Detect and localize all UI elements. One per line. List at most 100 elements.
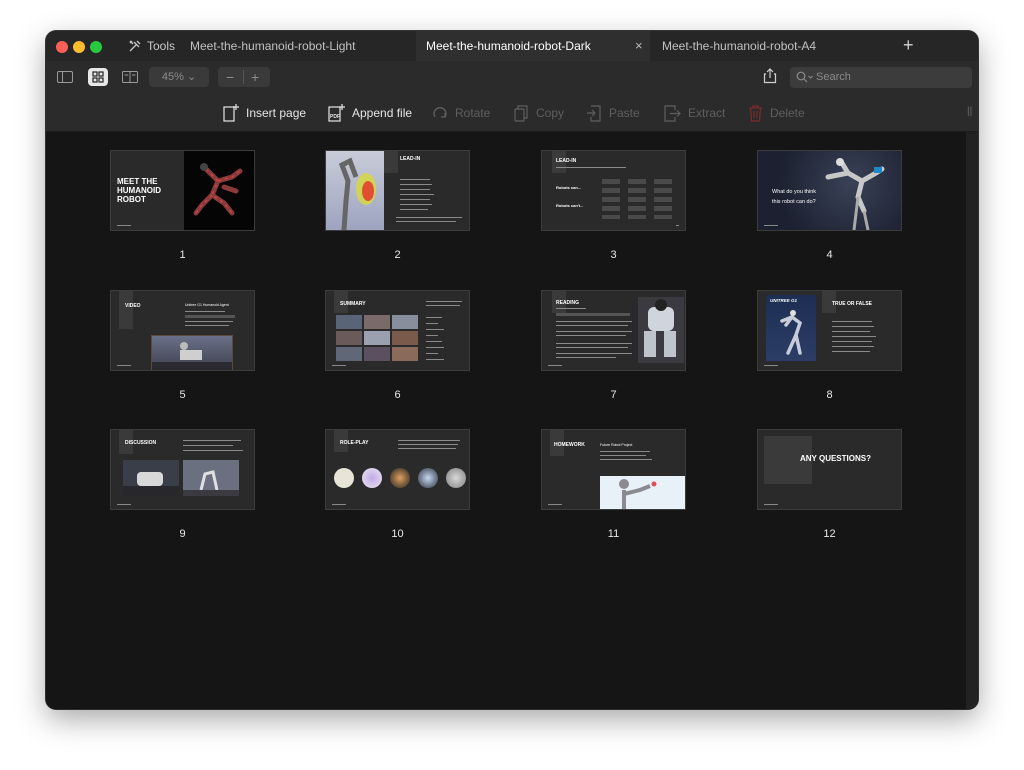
insert-page-button[interactable]: Insert page [223, 103, 306, 123]
page-thumbnail[interactable]: LEAD-IN [326, 151, 469, 230]
slide-text-line [185, 325, 229, 326]
slide-title: SUMMARY [340, 301, 366, 307]
new-tab-button[interactable]: + [903, 35, 914, 56]
page-number: 1 [179, 249, 186, 261]
page-actions-toolbar: Insert page PDF Append file Rotate Copy [46, 93, 978, 132]
slide-title: ANY QUESTIONS? [800, 454, 871, 463]
slide-footer [548, 504, 562, 505]
zoom-window-button[interactable] [90, 41, 102, 53]
tab-label: Meet-the-humanoid-robot-Light [190, 39, 356, 53]
robot-image [644, 299, 676, 357]
toolbar-drag-handle[interactable]: || [967, 106, 972, 117]
slide-text-line [426, 359, 444, 360]
close-window-button[interactable] [56, 41, 68, 53]
page-thumbnail[interactable]: What do you think this robot can do? [758, 151, 901, 230]
tools-button[interactable]: Tools [128, 39, 175, 53]
slide-text-line [600, 455, 646, 456]
robot-image [183, 470, 239, 496]
book-icon [122, 71, 138, 83]
slide-text-line [398, 440, 460, 441]
slide-text-line [556, 167, 626, 168]
page-number: 12 [823, 528, 836, 540]
slide-text-line [398, 444, 458, 445]
slide-footer [117, 365, 131, 366]
page-thumbnail[interactable]: LEAD-IN Robots can... Robots can't... [542, 151, 685, 230]
share-button[interactable] [763, 68, 777, 89]
extract-button[interactable]: Extract [664, 103, 725, 123]
append-file-button[interactable]: PDF Append file [328, 103, 412, 123]
slide-text-line [396, 221, 456, 222]
slide-title: READING [556, 300, 580, 306]
delete-button[interactable]: Delete [748, 103, 805, 123]
book-view-button[interactable] [120, 68, 140, 86]
page-thumbnail[interactable]: MEET THE HUMANOID ROBOT [111, 151, 254, 230]
slide-footer [117, 504, 131, 505]
paste-icon [587, 104, 601, 122]
zoom-out-button[interactable]: − [226, 67, 234, 87]
slide-title: VIDEO [125, 303, 141, 309]
video-frame [151, 335, 233, 370]
page-thumbnail[interactable]: READING [542, 291, 685, 370]
slide-row-label: Robots can... [556, 185, 582, 190]
page-thumbnail[interactable]: VIDEO Unitree G1 Humanoid Agent [111, 291, 254, 370]
page-thumbnail[interactable]: DISCUSSION [111, 430, 254, 509]
slide-text-line [400, 184, 432, 185]
page-grid: MEET THE HUMANOID ROBOT 1 LEAD-IN 2 LEAD… [46, 132, 966, 709]
slide-text-line [832, 351, 870, 352]
page-thumbnail[interactable]: ROLE-PLAY [326, 430, 469, 509]
chevron-down-icon: ⌄ [186, 71, 197, 83]
trash-icon [749, 104, 762, 122]
vertical-scrollbar[interactable] [966, 132, 978, 709]
slide-decor [556, 313, 630, 316]
slide-footer [764, 504, 778, 505]
slide-text-line [183, 450, 243, 451]
sidebar-view-button[interactable] [55, 68, 75, 86]
slide-title: DISCUSSION [125, 440, 157, 446]
slide-text-line [426, 335, 438, 336]
slide-title: TRUE OR FALSE [832, 301, 873, 307]
slide-image [638, 297, 684, 363]
slide-text-line [400, 199, 430, 200]
slide-row-label: Robots can't... [556, 203, 584, 208]
tools-label: Tools [147, 39, 176, 53]
slide-photo-grid [336, 315, 420, 361]
slide-text-line [556, 343, 632, 344]
rotate-button[interactable]: Rotate [432, 103, 490, 123]
minimize-window-button[interactable] [73, 41, 85, 53]
slide-text-line [600, 451, 650, 452]
zoom-select[interactable]: 45% ⌄ [149, 67, 209, 87]
page-thumbnail[interactable]: ANY QUESTIONS? [758, 430, 901, 509]
tab-a4[interactable]: Meet-the-humanoid-robot-A4 [662, 31, 862, 61]
slide-text-line [832, 346, 874, 347]
slide-title: LEAD-IN [556, 158, 577, 164]
tab-close-icon[interactable]: × [635, 31, 643, 61]
slide-text-line [832, 326, 874, 327]
insert-page-icon [223, 104, 239, 122]
page-thumbnail[interactable]: HOMEWORK Future Robot Project [542, 430, 685, 509]
page-thumbnail[interactable]: UNITREE G1 TRUE OR FALSE [758, 291, 901, 370]
tab-dark[interactable]: Meet-the-humanoid-robot-Dark × [416, 31, 650, 61]
slide-subtitle: Future Robot Project [600, 443, 633, 447]
rotate-label: Rotate [455, 106, 491, 120]
slide-photo [183, 460, 239, 496]
tab-label: Meet-the-humanoid-robot-A4 [662, 39, 817, 53]
paste-button[interactable]: Paste [586, 103, 640, 123]
slide-brand: UNITREE G1 [770, 298, 798, 303]
zoom-in-button[interactable]: + [251, 67, 259, 87]
slide-footer [676, 225, 679, 226]
page-thumbnail[interactable]: SUMMARY [326, 291, 469, 370]
slide-avatar-row [334, 468, 466, 490]
zoom-stepper: − + [218, 67, 270, 87]
tab-light[interactable]: Meet-the-humanoid-robot-Light [190, 31, 390, 61]
slide-photo [123, 460, 179, 496]
search-input[interactable]: Search [790, 67, 972, 88]
slide-text-line [400, 179, 430, 180]
grid-view-button[interactable] [88, 68, 108, 86]
slide-text-line [400, 194, 434, 195]
slide-title: What do you think this robot can do? [772, 189, 817, 205]
copy-button[interactable]: Copy [514, 103, 564, 123]
slide-text-line [183, 445, 233, 446]
page-number: 2 [394, 249, 401, 261]
copy-icon [514, 104, 528, 122]
slide-text-line [426, 301, 462, 302]
